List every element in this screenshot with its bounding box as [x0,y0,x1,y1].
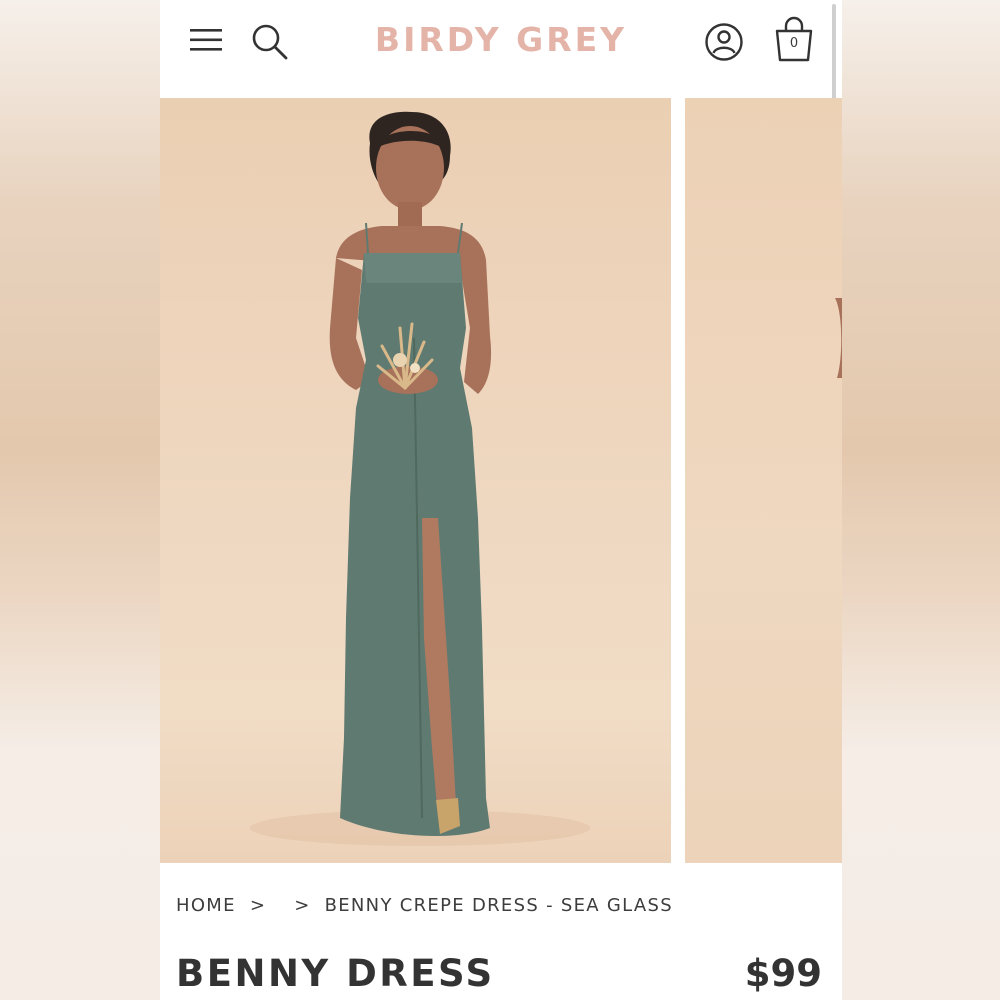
product-price: $99 [744,952,822,995]
next-photo [835,298,842,378]
cart-count: 0 [789,36,799,51]
model-photo [250,111,590,846]
breadcrumb-current: BENNY CREPE DRESS - SEA GLASS [324,894,673,916]
blurred-background-left [0,0,160,1000]
breadcrumb-home-link[interactable]: HOME [176,895,236,916]
cart-button[interactable]: 0 [772,16,816,64]
breadcrumb-separator: > [294,894,311,916]
product-title: BENNY DRESS [176,952,495,995]
brand-logo[interactable]: BIRDY GREY [330,20,672,59]
mobile-page: BIRDY GREY 0 HOME > > BENNY CREPE DRESS … [160,0,842,1000]
breadcrumb: HOME > > BENNY CREPE DRESS - SEA GLASS [176,894,673,916]
product-gallery[interactable] [160,98,842,863]
breadcrumb-separator: > [249,894,267,916]
product-image-next[interactable] [685,98,842,863]
account-icon[interactable] [704,22,744,62]
product-image-main[interactable] [160,98,671,863]
blurred-background-right [840,0,1000,1000]
site-header: BIRDY GREY 0 [160,0,842,124]
search-icon[interactable] [250,22,290,62]
menu-icon[interactable] [190,26,222,54]
